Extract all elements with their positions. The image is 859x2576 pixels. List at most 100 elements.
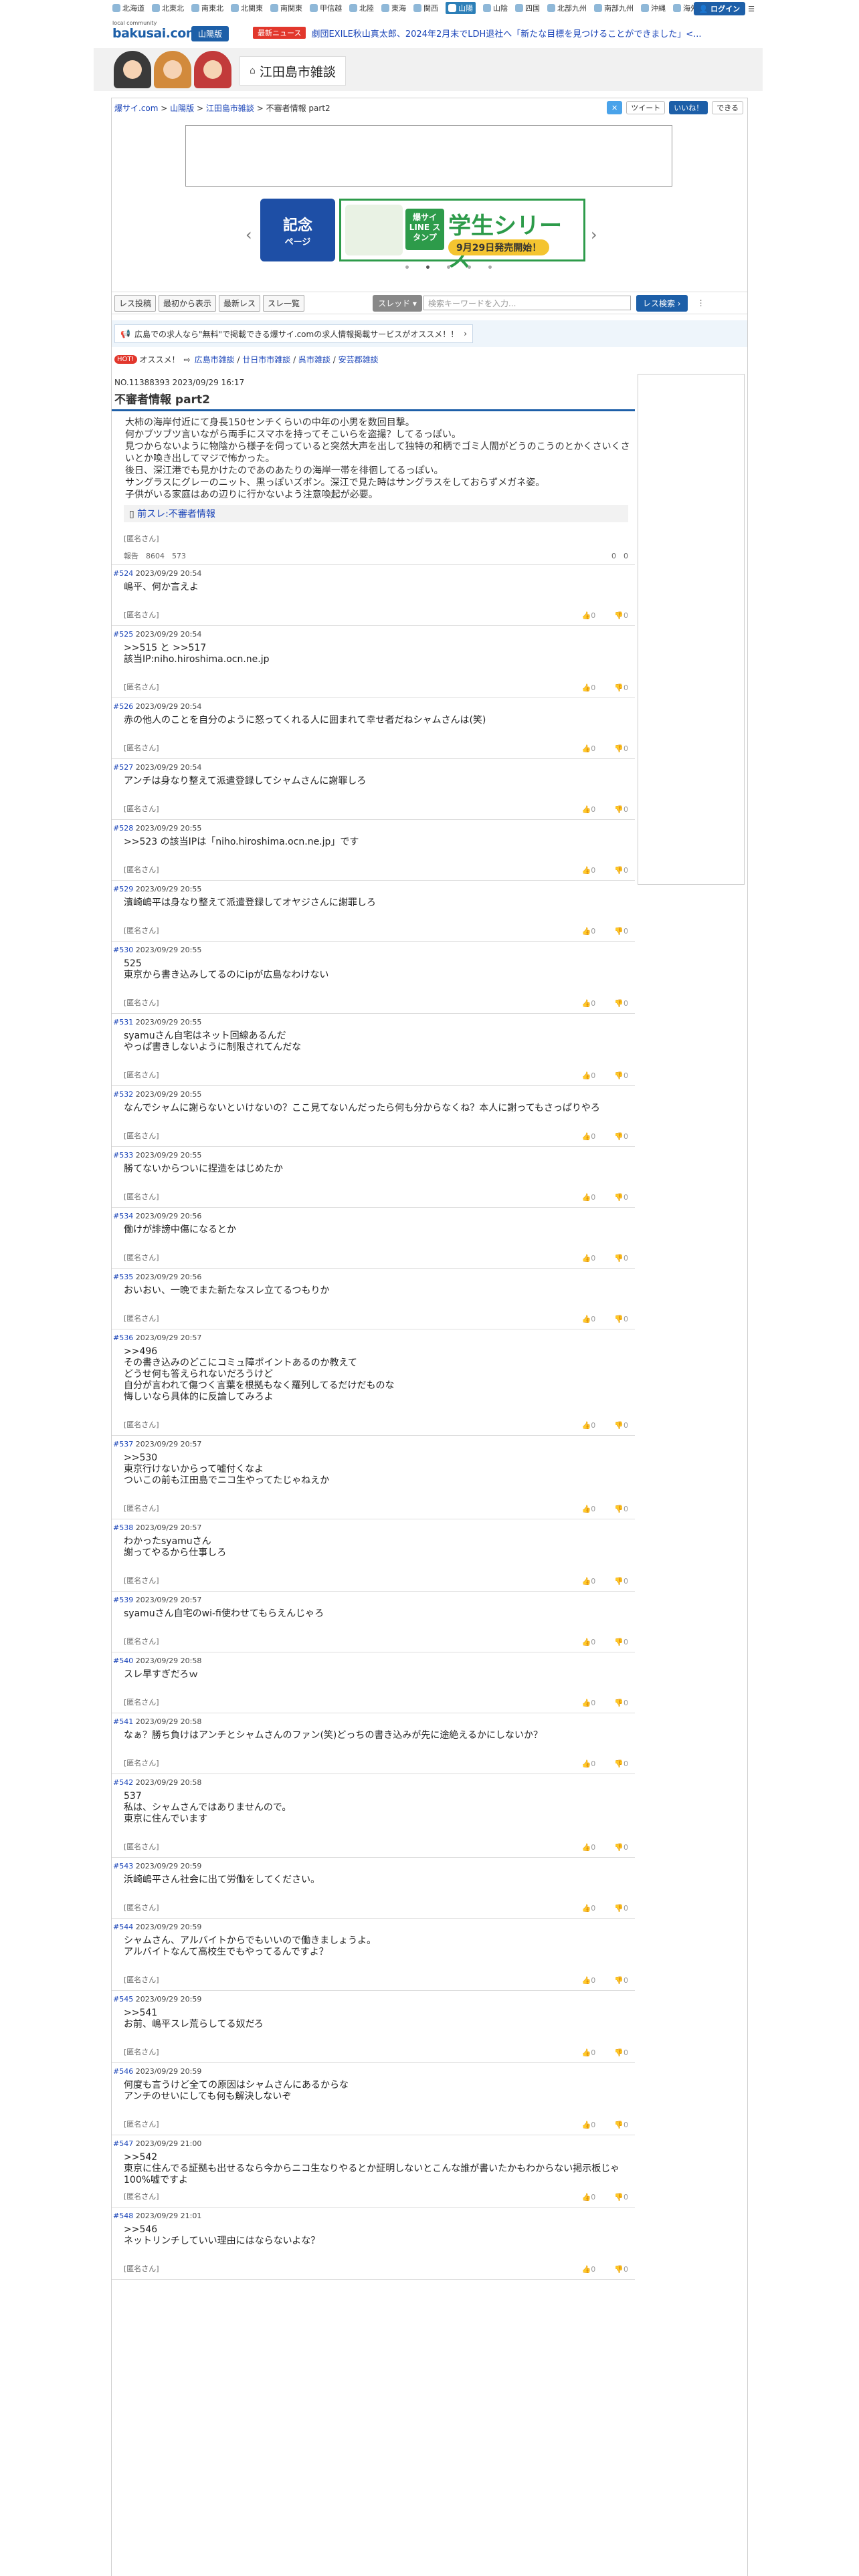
- thumbs-up-icon[interactable]: 👍0: [582, 611, 596, 620]
- post-number[interactable]: #541: [113, 1717, 133, 1726]
- hot-board-link[interactable]: 呉市雑談: [298, 355, 330, 364]
- thumbs-up-icon[interactable]: 👍0: [582, 2121, 596, 2129]
- post-number[interactable]: #543: [113, 1862, 133, 1870]
- show-from-first-button[interactable]: 最初から表示: [159, 294, 217, 312]
- previous-thread-link[interactable]: ▯ 前スレ:不審者情報: [124, 505, 628, 522]
- post-number[interactable]: #544: [113, 1923, 133, 1931]
- region-link[interactable]: 北東北: [152, 3, 184, 13]
- thumbs-up-icon[interactable]: 👍0: [582, 1254, 596, 1263]
- op-stats-text[interactable]: 報告 8604 573: [124, 550, 186, 561]
- carousel-dot[interactable]: [468, 265, 471, 269]
- thumbs-up-icon[interactable]: 👍0: [582, 1193, 596, 1202]
- post-number[interactable]: #534: [113, 1212, 133, 1220]
- post-number[interactable]: #537: [113, 1440, 133, 1448]
- carousel-next-icon[interactable]: ›: [591, 225, 597, 244]
- like-button[interactable]: いいね！: [669, 101, 708, 114]
- thumbs-up-icon[interactable]: 👍0: [582, 1976, 596, 1985]
- region-link[interactable]: 南部九州: [594, 3, 634, 13]
- region-link[interactable]: 東海: [381, 3, 406, 13]
- anniversary-banner[interactable]: 記念 ページ: [260, 199, 335, 261]
- post-number[interactable]: #535: [113, 1273, 133, 1281]
- search-input[interactable]: 検索キーワードを入力...: [423, 296, 631, 310]
- thumbs-up-icon[interactable]: 👍0: [582, 683, 596, 692]
- carousel-dot[interactable]: [447, 265, 450, 269]
- thumbs-down-icon[interactable]: 👎0: [614, 1193, 628, 1202]
- thumbs-up-icon[interactable]: 👍0: [582, 1904, 596, 1913]
- student-series-banner[interactable]: 爆サイ LINE スタンプ 学生シリーズ 9月29日発売開始！: [339, 199, 585, 272]
- post-number[interactable]: #536: [113, 1333, 133, 1342]
- thumbs-up-icon[interactable]: 👍0: [582, 2048, 596, 2057]
- post-number[interactable]: #532: [113, 1090, 133, 1099]
- region-link[interactable]: 関西: [413, 3, 438, 13]
- carousel-prev-icon[interactable]: ‹: [246, 225, 252, 244]
- thumbs-down-icon[interactable]: 👎0: [614, 999, 628, 1008]
- ad-banner[interactable]: [185, 125, 672, 187]
- login-button[interactable]: 👤 ログイン: [693, 2, 746, 15]
- thumbs-down-icon[interactable]: 👎0: [614, 744, 628, 753]
- post-number[interactable]: #527: [113, 763, 133, 772]
- region-link[interactable]: 山陽: [446, 2, 476, 14]
- thumbs-down-icon[interactable]: 👎0: [614, 866, 628, 875]
- post-number[interactable]: #524: [113, 569, 133, 578]
- thumbs-down-icon[interactable]: 👎0: [614, 2265, 628, 2274]
- post-number[interactable]: #538: [113, 1523, 133, 1532]
- region-link[interactable]: 北関東: [231, 3, 263, 13]
- thumbs-down-icon[interactable]: 👎0: [614, 805, 628, 814]
- thumbs-down-icon[interactable]: 👎0: [614, 1071, 628, 1080]
- thumbs-up-icon[interactable]: 👍0: [582, 1843, 596, 1852]
- thumbs-up-icon[interactable]: 👍0: [582, 2265, 596, 2274]
- post-number[interactable]: #546: [113, 2067, 133, 2076]
- thumbs-up-icon[interactable]: 👍0: [582, 999, 596, 1008]
- thumbs-down-icon[interactable]: 👎0: [614, 1421, 628, 1430]
- thumbs-up-icon[interactable]: 👍0: [582, 866, 596, 875]
- post-number[interactable]: #548: [113, 2212, 133, 2220]
- thumbs-up-icon[interactable]: 👍0: [582, 1132, 596, 1141]
- thumbs-down-icon[interactable]: 👎0: [614, 1976, 628, 1985]
- post-number[interactable]: #528: [113, 824, 133, 833]
- region-link[interactable]: 山陰: [483, 3, 508, 13]
- thumbs-down-icon[interactable]: 👎0: [614, 1699, 628, 1707]
- hot-board-link[interactable]: 安芸郡雑談: [339, 355, 379, 364]
- post-number[interactable]: #542: [113, 1778, 133, 1787]
- carousel-dot[interactable]: [405, 265, 409, 269]
- post-number[interactable]: #533: [113, 1151, 133, 1160]
- thread-list-button[interactable]: スレ一覧: [263, 294, 305, 312]
- thumbs-down-icon[interactable]: 👎0: [614, 683, 628, 692]
- thumbs-up-icon[interactable]: 👍0: [582, 1638, 596, 1646]
- carousel-dot[interactable]: [426, 265, 430, 269]
- thumbs-up-icon[interactable]: 👍0: [582, 2193, 596, 2202]
- dekiru-button[interactable]: できる: [712, 101, 743, 114]
- thumbs-down-icon[interactable]: 👎0: [614, 1843, 628, 1852]
- thumbs-down-icon[interactable]: 👎0: [614, 1638, 628, 1646]
- thumbs-up-icon[interactable]: 👍0: [582, 1759, 596, 1768]
- post-number[interactable]: #529: [113, 885, 133, 893]
- thumbs-up-icon[interactable]: 👍0: [582, 1699, 596, 1707]
- region-link[interactable]: 南関東: [270, 3, 302, 13]
- news-headline-link[interactable]: 劇団EXILE秋山真太郎、2024年2月末でLDH退社へ「新たな目標を見つけるこ…: [311, 27, 733, 39]
- thumbs-up-icon[interactable]: 👍0: [582, 805, 596, 814]
- thumbs-down-icon[interactable]: 👎0: [614, 1904, 628, 1913]
- hot-board-link[interactable]: 広島市雑談: [195, 355, 235, 364]
- thumbs-up-icon[interactable]: 👍0: [582, 1421, 596, 1430]
- post-number[interactable]: #531: [113, 1018, 133, 1027]
- search-scope-select[interactable]: スレッド ▾: [373, 294, 422, 312]
- thumbs-down-icon[interactable]: 👎0: [614, 1577, 628, 1586]
- thumbs-up-icon[interactable]: 👍0: [582, 1577, 596, 1586]
- thumbs-up-icon[interactable]: 👍0: [582, 1505, 596, 1513]
- thumbs-down-icon[interactable]: 👎0: [614, 2193, 628, 2202]
- carousel-dot[interactable]: [488, 265, 492, 269]
- thumbs-down-icon[interactable]: 👎0: [614, 2121, 628, 2129]
- op-votes[interactable]: 0 0: [611, 550, 628, 561]
- thumbs-up-icon[interactable]: 👍0: [582, 927, 596, 936]
- thumbs-up-icon[interactable]: 👍0: [582, 744, 596, 753]
- region-link[interactable]: 北陸: [349, 3, 374, 13]
- region-link[interactable]: 四国: [515, 3, 540, 13]
- thumbs-down-icon[interactable]: 👎0: [614, 1132, 628, 1141]
- post-number[interactable]: #530: [113, 946, 133, 954]
- thumbs-down-icon[interactable]: 👎0: [614, 611, 628, 620]
- post-number[interactable]: #539: [113, 1596, 133, 1604]
- thumbs-up-icon[interactable]: 👍0: [582, 1071, 596, 1080]
- post-number[interactable]: #545: [113, 1995, 133, 2004]
- post-number[interactable]: #547: [113, 2139, 133, 2148]
- post-number[interactable]: #525: [113, 630, 133, 639]
